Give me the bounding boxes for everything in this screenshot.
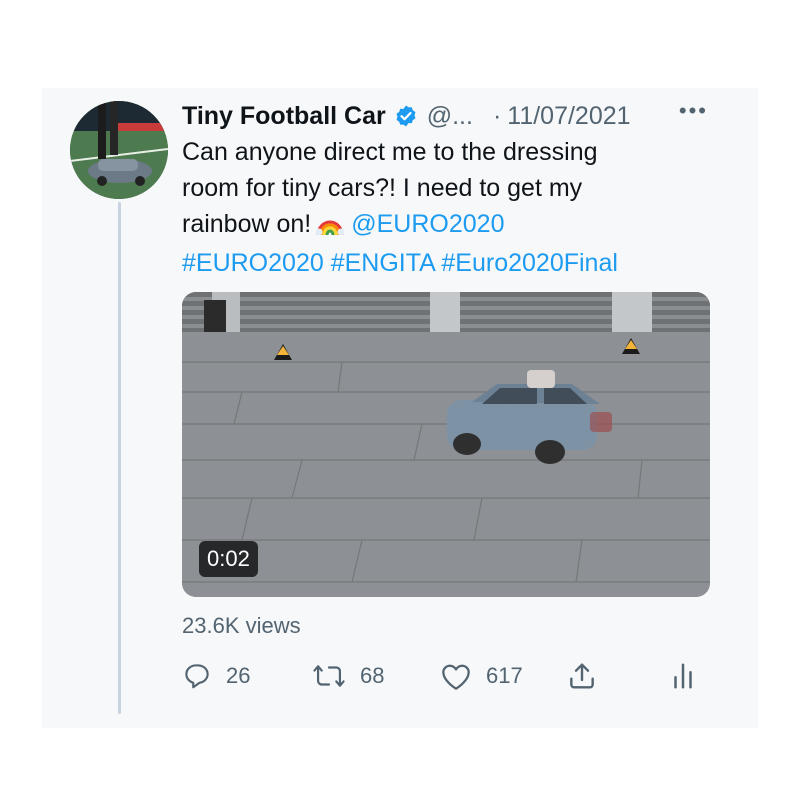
tweet-text-line: #EURO2020 #ENGITA #Euro2020Final	[182, 245, 702, 281]
thread-line	[118, 202, 121, 714]
verified-badge-icon	[394, 104, 418, 128]
more-options-icon[interactable]: •••	[679, 98, 708, 124]
view-count: 23.6K views	[182, 613, 301, 638]
reply-button[interactable]: 26	[182, 655, 250, 697]
tweet-text: Can anyone direct me to the dressing roo…	[182, 134, 702, 281]
tweet-text-line: room for tiny cars?! I need to get my	[182, 174, 583, 202]
hashtag-link[interactable]: #Euro2020Final	[441, 249, 618, 277]
tweet-date[interactable]: 11/07/2021	[507, 102, 630, 131]
author-name[interactable]: Tiny Football Car	[182, 102, 386, 131]
rainbow-emoji-icon	[315, 209, 345, 245]
retweet-count: 68	[360, 663, 385, 688]
share-icon	[566, 660, 598, 692]
analytics-button[interactable]	[670, 655, 696, 697]
retweet-icon	[312, 661, 346, 691]
tweet-text-line: Can anyone direct me to the dressing	[182, 138, 598, 166]
video-player[interactable]: 0:02	[182, 292, 710, 597]
separator-dot: ·	[492, 101, 502, 130]
like-button[interactable]: 617	[440, 655, 523, 697]
reply-icon	[182, 661, 212, 691]
tweet-text-segment: rainbow on!	[182, 210, 312, 238]
hashtag-link[interactable]: #EURO2020	[182, 249, 324, 277]
hashtag-link[interactable]: #ENGITA	[331, 249, 435, 277]
retweet-button[interactable]: 68	[312, 655, 384, 697]
author-handle[interactable]: @...	[427, 102, 473, 131]
share-button[interactable]	[566, 655, 598, 697]
action-bar: 26 68 617	[182, 655, 712, 697]
analytics-icon	[670, 661, 696, 691]
video-duration: 0:02	[199, 541, 258, 577]
heart-icon	[440, 661, 472, 691]
like-count: 617	[486, 663, 523, 688]
avatar[interactable]	[70, 101, 168, 199]
reply-count: 26	[226, 663, 251, 688]
tweet-text-line: rainbow on! @EURO2020	[182, 206, 702, 245]
tweet-header: Tiny Football Car @... · 11/07/2021 •••	[182, 96, 722, 136]
mention-link[interactable]: @EURO2020	[351, 210, 504, 238]
